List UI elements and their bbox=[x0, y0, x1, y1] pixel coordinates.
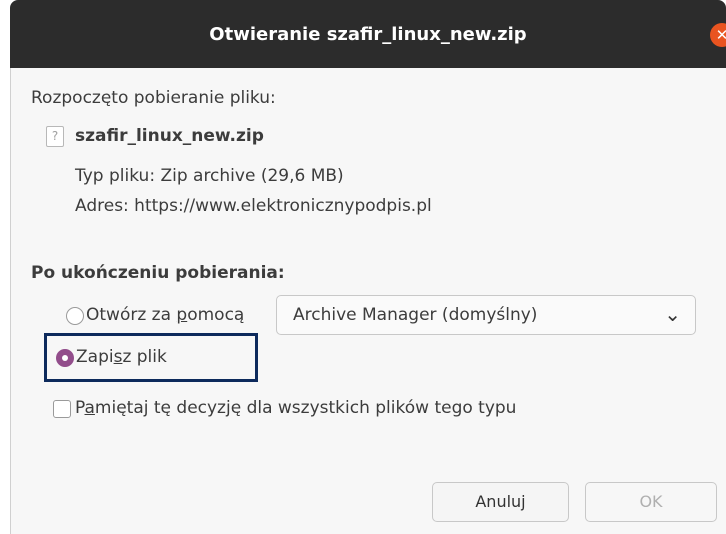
open-with-app-select[interactable]: Archive Manager (domyślny) ⌄ bbox=[276, 295, 696, 335]
file-name: szafir_linux_new.zip bbox=[75, 126, 264, 146]
download-dialog: Rozpoczęto pobieranie pliku: ? szafir_li… bbox=[10, 68, 726, 534]
ok-button[interactable]: OK bbox=[585, 482, 717, 522]
download-started-label: Rozpoczęto pobieranie pliku: bbox=[31, 88, 276, 108]
after-download-heading: Po ukończeniu pobierania: bbox=[31, 263, 285, 283]
unknown-file-icon: ? bbox=[46, 126, 64, 147]
chevron-down-icon: ⌄ bbox=[664, 302, 681, 326]
open-with-label[interactable]: Otwórz za pomocą bbox=[86, 305, 244, 325]
window-title: Otwieranie szafir_linux_new.zip bbox=[209, 24, 527, 45]
title-bar: Otwieranie szafir_linux_new.zip ✕ bbox=[10, 0, 726, 68]
open-with-app-value: Archive Manager (domyślny) bbox=[293, 305, 538, 325]
cancel-button[interactable]: Anuluj bbox=[432, 482, 569, 522]
file-source: Adres: https://www.elektronicznypodpis.p… bbox=[75, 196, 432, 216]
save-file-label[interactable]: Zapisz plik bbox=[76, 347, 167, 367]
save-file-radio[interactable] bbox=[56, 349, 74, 367]
file-type: Typ pliku: Zip archive (29,6 MB) bbox=[75, 166, 344, 186]
remember-label[interactable]: Pamiętaj tę decyzję dla wszystkich plikó… bbox=[75, 398, 516, 418]
open-with-radio[interactable] bbox=[66, 307, 84, 325]
remember-checkbox[interactable] bbox=[53, 400, 71, 418]
